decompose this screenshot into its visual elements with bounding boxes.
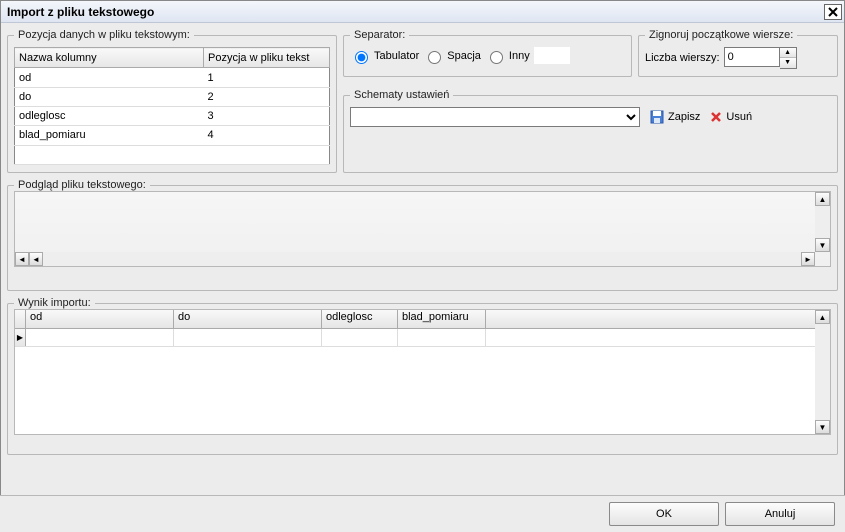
scroll-up-button[interactable]: ▲ (815, 310, 830, 324)
scroll-right-button[interactable]: ► (801, 252, 815, 266)
separator-group: Separator: Tabulator Spacja Inny (343, 29, 632, 77)
scroll-down-button[interactable]: ▼ (815, 420, 830, 434)
skip-group: Zignoruj początkowe wiersze: Liczba wier… (638, 29, 838, 77)
close-icon (828, 7, 838, 17)
position-col-name[interactable]: Nazwa kolumny (15, 48, 204, 68)
result-col-blad-pomiaru[interactable]: blad_pomiaru (398, 310, 486, 328)
separator-space-radio[interactable]: Spacja (423, 48, 481, 64)
window-title: Import z pliku tekstowego (7, 5, 154, 19)
save-icon (650, 110, 664, 124)
preview-area[interactable]: ▲ ▼ ◄ ◄ ► (14, 191, 831, 267)
separator-legend: Separator: (350, 29, 409, 41)
schemes-legend: Schematy ustawień (350, 89, 453, 101)
table-row-empty[interactable] (15, 145, 330, 164)
scheme-save-button[interactable]: Zapisz (650, 110, 700, 124)
table-row[interactable]: od1 (15, 68, 330, 87)
result-col-od[interactable]: od (26, 310, 174, 328)
scheme-select[interactable] (350, 107, 640, 127)
separator-other-radio[interactable]: Inny (485, 48, 530, 64)
separator-other-input[interactable] (534, 47, 570, 64)
preview-legend: Podgląd pliku tekstowego: (14, 179, 150, 191)
skip-rows-input[interactable] (724, 47, 780, 67)
result-row[interactable]: ▶ (15, 329, 830, 347)
skip-rows-up[interactable]: ▲ (780, 48, 796, 58)
scroll-left-button[interactable]: ◄ (15, 252, 29, 266)
result-gutter-header (15, 310, 26, 328)
row-indicator-icon: ▶ (15, 329, 26, 346)
skip-rows-down[interactable]: ▼ (780, 58, 796, 68)
delete-icon (710, 111, 722, 123)
table-row[interactable]: blad_pomiaru4 (15, 126, 330, 145)
scroll-up-button[interactable]: ▲ (815, 192, 830, 206)
scroll-left-button-2[interactable]: ◄ (29, 252, 43, 266)
preview-scrollbar-horizontal[interactable]: ◄ ◄ ► (15, 252, 815, 266)
separator-tab-radio[interactable]: Tabulator (350, 48, 419, 64)
result-grid[interactable]: od do odleglosc blad_pomiaru ▶ ▲ ▼ (14, 309, 831, 435)
result-col-odleglosc[interactable]: odleglosc (322, 310, 398, 328)
position-group: Pozycja danych w pliku tekstowym: Nazwa … (7, 29, 337, 173)
scroll-down-button[interactable]: ▼ (815, 238, 830, 252)
cancel-button[interactable]: Anuluj (725, 502, 835, 526)
titlebar: Import z pliku tekstowego (1, 1, 844, 23)
preview-group: Podgląd pliku tekstowego: ▲ ▼ ◄ ◄ ► (7, 179, 838, 291)
table-row[interactable]: do2 (15, 87, 330, 106)
result-legend: Wynik importu: (14, 297, 95, 309)
preview-scrollbar-vertical[interactable]: ▲ ▼ (815, 192, 830, 252)
close-button[interactable] (824, 4, 842, 20)
result-scrollbar-vertical[interactable]: ▲ ▼ (815, 310, 830, 434)
position-table[interactable]: Nazwa kolumny Pozycja w pliku tekst od1 … (14, 47, 330, 165)
skip-legend: Zignoruj początkowe wiersze: (645, 29, 797, 41)
schemes-group: Schematy ustawień Zapisz Usuń (343, 89, 838, 173)
table-row[interactable]: odleglosc3 (15, 107, 330, 126)
dialog-footer: OK Anuluj (0, 495, 845, 532)
result-group: Wynik importu: od do odleglosc blad_pomi… (7, 297, 838, 455)
result-col-do[interactable]: do (174, 310, 322, 328)
ok-button[interactable]: OK (609, 502, 719, 526)
position-legend: Pozycja danych w pliku tekstowym: (14, 29, 194, 41)
skip-label: Liczba wierszy: (645, 52, 720, 64)
scheme-delete-button[interactable]: Usuń (710, 111, 752, 123)
position-col-pos[interactable]: Pozycja w pliku tekst (204, 48, 330, 68)
